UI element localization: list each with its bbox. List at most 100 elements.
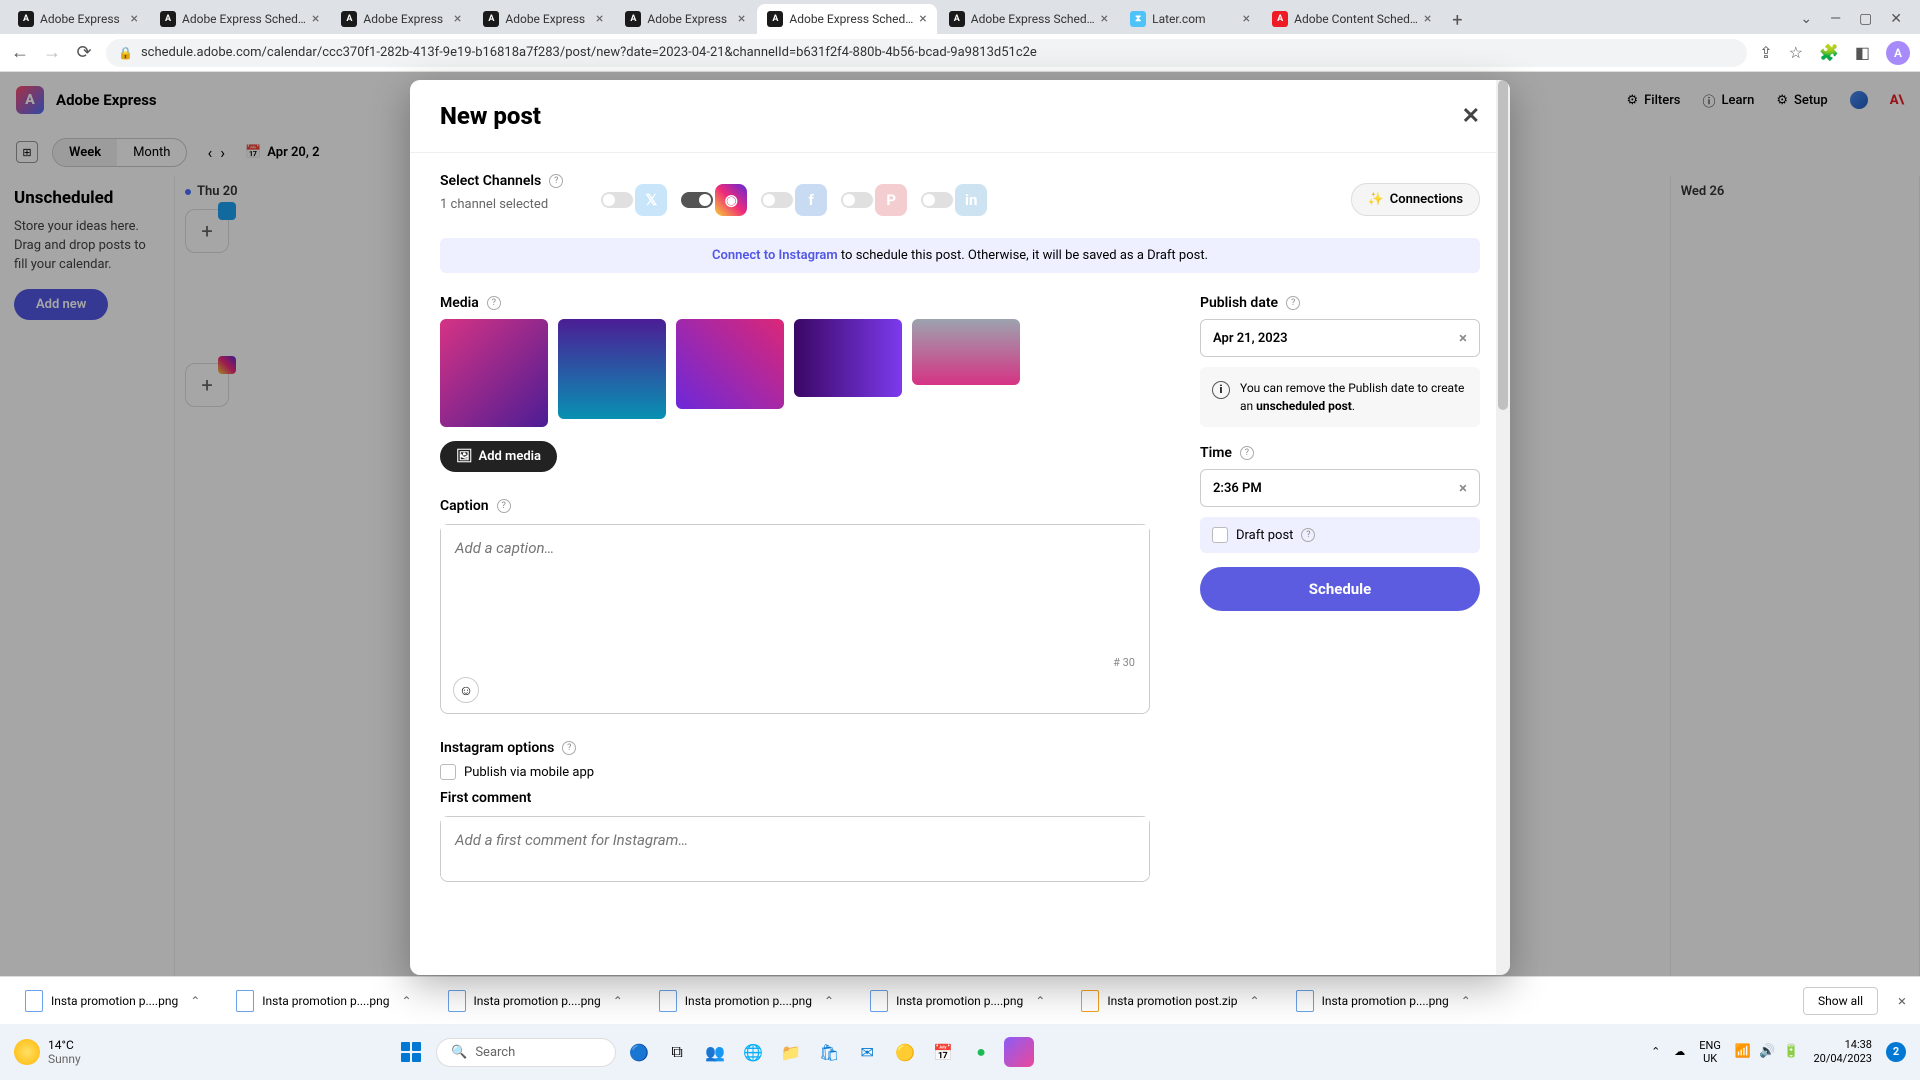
battery-icon[interactable]: 🔋 xyxy=(1783,1044,1799,1061)
tab[interactable]: ⧗Later.com× xyxy=(1120,4,1260,34)
publish-mobile-checkbox[interactable]: Publish via mobile app xyxy=(440,764,1150,780)
close-window-icon[interactable]: ✕ xyxy=(1890,11,1902,27)
channel-linkedin[interactable]: in xyxy=(921,184,987,216)
schedule-button[interactable]: Schedule xyxy=(1200,567,1480,611)
caption-input[interactable] xyxy=(441,525,1149,589)
scrollbar[interactable] xyxy=(1496,80,1510,975)
star-icon[interactable]: ☆ xyxy=(1789,43,1803,62)
chevron-up-icon[interactable]: ⌃ xyxy=(190,994,200,1008)
tab[interactable]: AAdobe Content Sched…× xyxy=(1262,4,1441,34)
media-thumb[interactable] xyxy=(440,319,548,427)
chevron-up-icon[interactable]: ⌃ xyxy=(1035,994,1045,1008)
channel-pinterest[interactable]: P xyxy=(841,184,907,216)
chevron-down-icon[interactable]: ⌄ xyxy=(1800,11,1812,27)
connections-button[interactable]: ✨ Connections xyxy=(1351,183,1480,216)
download-item[interactable]: Insta promotion p....png⌃ xyxy=(437,983,634,1019)
tab[interactable]: AAdobe Express Sched…× xyxy=(939,4,1118,34)
new-tab-button[interactable]: + xyxy=(1443,6,1471,34)
start-button[interactable] xyxy=(394,1035,428,1069)
maximize-icon[interactable]: ▢ xyxy=(1859,11,1872,27)
teams-icon[interactable]: 👥 xyxy=(700,1037,730,1067)
chevron-up-icon[interactable]: ⌃ xyxy=(613,994,623,1008)
language-button[interactable]: ENGUK xyxy=(1699,1039,1721,1065)
wifi-icon[interactable]: 📶 xyxy=(1735,1044,1751,1061)
channel-facebook[interactable]: f xyxy=(761,184,827,216)
tab[interactable]: AAdobe Express× xyxy=(8,4,148,34)
chevron-up-icon[interactable]: ⌃ xyxy=(1461,994,1471,1008)
chevron-up-icon[interactable]: ⌃ xyxy=(1250,994,1260,1008)
chevron-up-icon[interactable]: ⌃ xyxy=(824,994,834,1008)
tab[interactable]: AAdobe Express× xyxy=(615,4,755,34)
explorer-icon[interactable]: 📁 xyxy=(776,1037,806,1067)
tab[interactable]: AAdobe Express× xyxy=(473,4,613,34)
download-item[interactable]: Insta promotion post.zip⌃ xyxy=(1070,983,1270,1019)
help-icon[interactable]: ? xyxy=(1286,296,1300,310)
close-icon[interactable]: × xyxy=(1101,11,1108,27)
spotify-icon[interactable]: ● xyxy=(966,1037,996,1067)
media-thumb[interactable] xyxy=(676,319,784,409)
help-icon[interactable]: ? xyxy=(487,296,501,310)
download-item[interactable]: Insta promotion p....png⌃ xyxy=(225,983,422,1019)
task-view-icon[interactable]: ⧉ xyxy=(662,1037,692,1067)
reload-button[interactable]: ⟳ xyxy=(74,42,94,63)
chevron-up-icon[interactable]: ⌃ xyxy=(1651,1045,1660,1059)
forward-button[interactable]: → xyxy=(42,42,62,63)
taskbar-search[interactable]: 🔍 Search xyxy=(436,1038,616,1067)
clear-date-icon[interactable]: × xyxy=(1459,329,1467,347)
close-icon[interactable]: × xyxy=(131,11,138,27)
close-icon[interactable]: × xyxy=(919,11,926,27)
sidepanel-icon[interactable]: ◧ xyxy=(1855,43,1870,62)
channel-twitter[interactable]: 𝕏 xyxy=(601,184,667,216)
weather-widget[interactable]: 14°CSunny xyxy=(14,1038,81,1067)
time-input[interactable]: 2:36 PM× xyxy=(1200,469,1480,507)
channel-instagram[interactable]: ◉ xyxy=(681,184,747,216)
close-icon[interactable]: × xyxy=(312,11,319,27)
mail-icon[interactable]: ✉ xyxy=(852,1037,882,1067)
publish-date-input[interactable]: Apr 21, 2023× xyxy=(1200,319,1480,357)
help-icon[interactable]: ? xyxy=(562,741,576,755)
close-icon[interactable]: × xyxy=(596,11,603,27)
download-item[interactable]: Insta promotion p....png⌃ xyxy=(859,983,1056,1019)
calendar-icon[interactable]: 📅 xyxy=(928,1037,958,1067)
tab[interactable]: AAdobe Express× xyxy=(331,4,471,34)
help-icon[interactable]: ? xyxy=(1240,446,1254,460)
edge-icon[interactable]: 🌐 xyxy=(738,1037,768,1067)
clock[interactable]: 14:3820/04/2023 xyxy=(1813,1038,1872,1067)
draft-post-checkbox[interactable]: Draft post? xyxy=(1200,517,1480,553)
profile-avatar[interactable]: A xyxy=(1886,41,1910,65)
url-input[interactable]: 🔒 schedule.adobe.com/calendar/ccc370f1-2… xyxy=(106,39,1747,67)
help-icon[interactable]: ? xyxy=(497,499,511,513)
download-item[interactable]: Insta promotion p....png⌃ xyxy=(1285,983,1482,1019)
show-all-button[interactable]: Show all xyxy=(1803,987,1878,1015)
connect-link[interactable]: Connect to Instagram xyxy=(712,248,838,263)
close-icon[interactable]: × xyxy=(738,11,745,27)
help-icon[interactable]: ? xyxy=(1301,528,1315,542)
media-thumb[interactable] xyxy=(558,319,666,419)
tab-active[interactable]: AAdobe Express Sched…× xyxy=(757,4,936,34)
add-media-button[interactable]: 🖼 Add media xyxy=(440,441,557,472)
download-item[interactable]: Insta promotion p....png⌃ xyxy=(648,983,845,1019)
extensions-icon[interactable]: 🧩 xyxy=(1819,43,1839,62)
app-icon[interactable] xyxy=(1004,1037,1034,1067)
close-downloads-icon[interactable]: × xyxy=(1898,992,1906,1010)
copilot-icon[interactable]: 🔵 xyxy=(624,1037,654,1067)
media-thumb[interactable] xyxy=(912,319,1020,385)
clear-time-icon[interactable]: × xyxy=(1459,479,1467,497)
close-button[interactable]: ✕ xyxy=(1462,104,1480,129)
close-icon[interactable]: × xyxy=(1424,11,1431,27)
minimize-icon[interactable]: — xyxy=(1830,11,1841,27)
close-icon[interactable]: × xyxy=(454,11,461,27)
first-comment-input[interactable] xyxy=(441,817,1149,877)
onedrive-icon[interactable]: ☁ xyxy=(1674,1045,1685,1059)
media-thumb[interactable] xyxy=(794,319,902,397)
chrome-icon[interactable]: 🟡 xyxy=(890,1037,920,1067)
back-button[interactable]: ← xyxy=(10,42,30,63)
volume-icon[interactable]: 🔊 xyxy=(1759,1044,1775,1061)
emoji-button[interactable]: ☺ xyxy=(453,677,479,703)
close-icon[interactable]: × xyxy=(1243,11,1250,27)
help-icon[interactable]: ? xyxy=(549,174,563,188)
download-item[interactable]: Insta promotion p....png⌃ xyxy=(14,983,211,1019)
share-icon[interactable]: ⇪ xyxy=(1759,43,1772,62)
tab[interactable]: AAdobe Express Sched…× xyxy=(150,4,329,34)
notification-badge[interactable]: 2 xyxy=(1886,1042,1906,1062)
